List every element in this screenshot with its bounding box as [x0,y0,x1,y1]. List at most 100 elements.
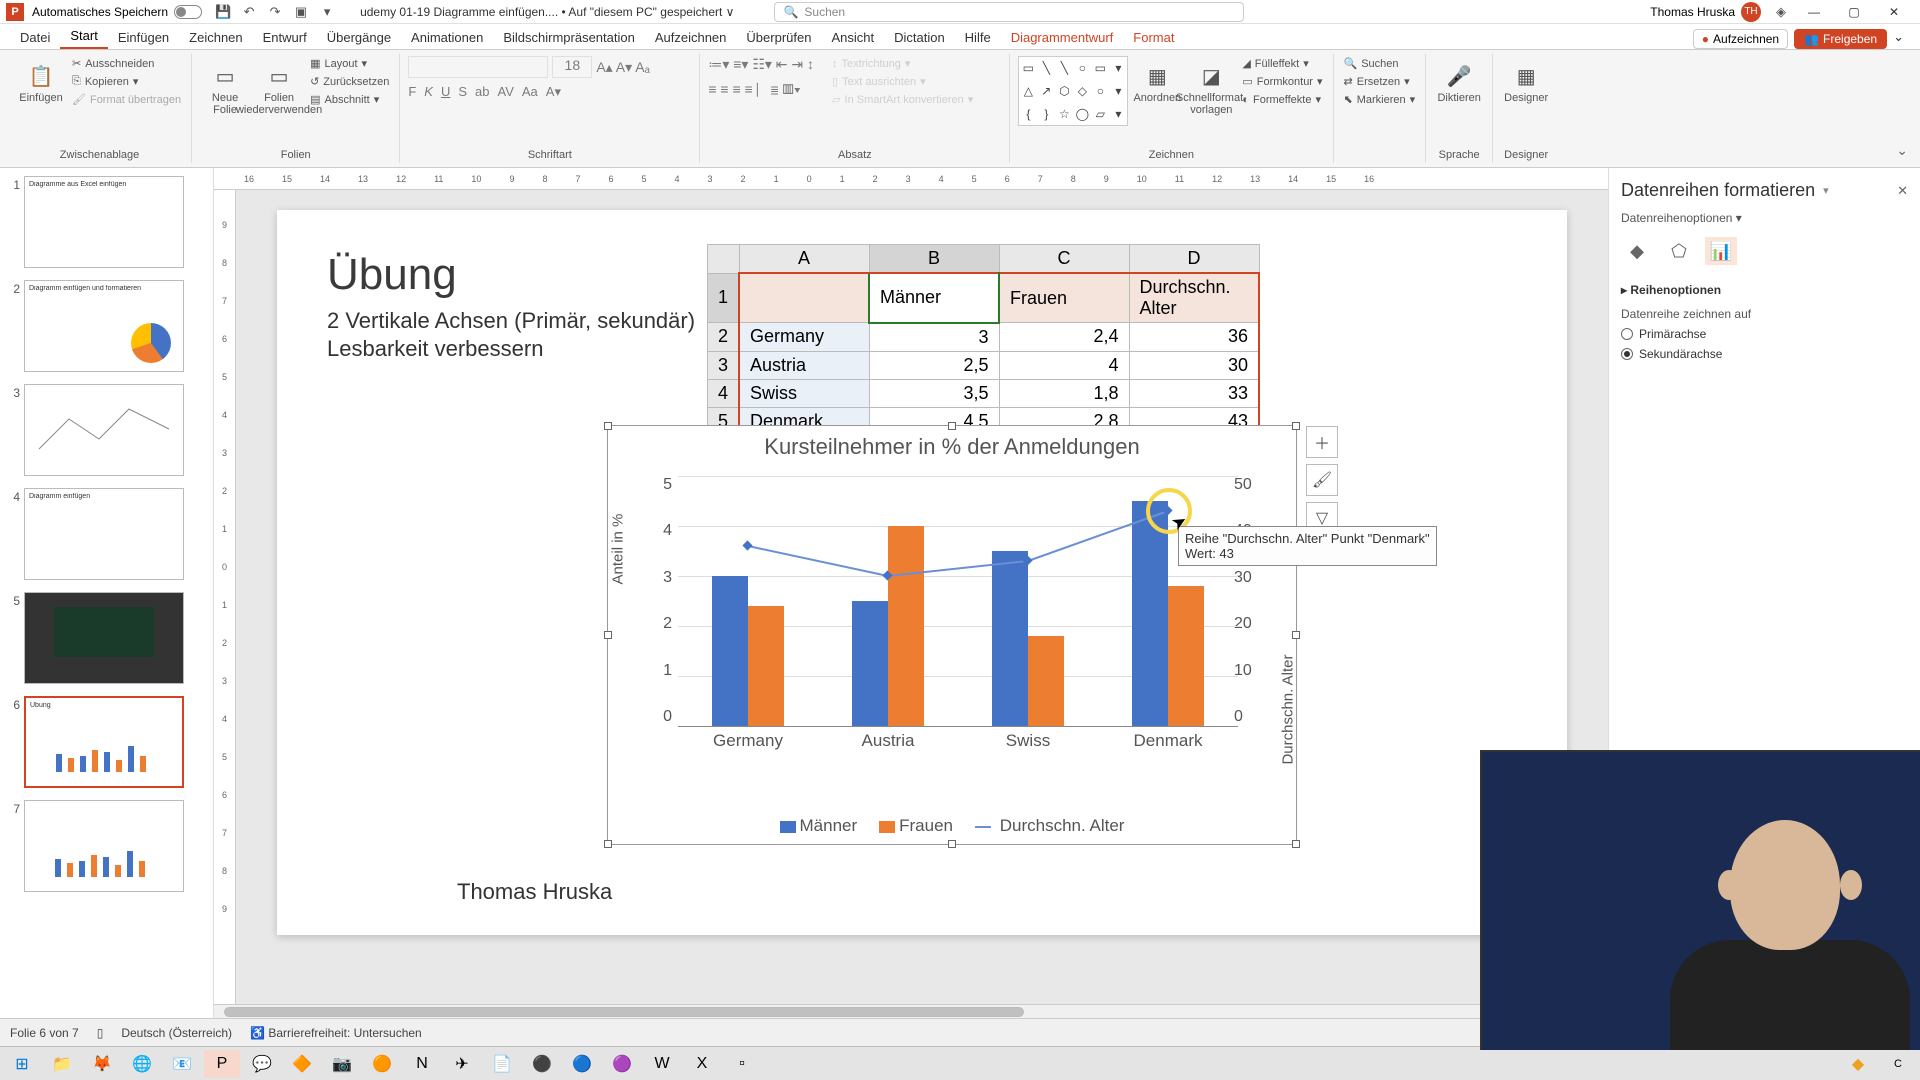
language-status[interactable]: Deutsch (Österreich) [121,1026,232,1040]
smartart-button[interactable]: ▱ In SmartArt konvertieren ▾ [830,92,975,107]
section-button[interactable]: ▤Abschnitt ▾ [308,92,391,107]
strike-button[interactable]: S [458,84,467,100]
tray-icon[interactable]: ◆ [1840,1050,1876,1078]
tray-text[interactable]: C [1880,1050,1916,1078]
app-icon-5[interactable]: 🔵 [564,1050,600,1078]
powerpoint-taskbar-icon[interactable]: P [204,1050,240,1078]
pane-options-icon[interactable]: ▾ [1823,184,1829,197]
word-icon[interactable]: W [644,1050,680,1078]
app-icon-1[interactable]: 💬 [244,1050,280,1078]
tab-dictation[interactable]: Dictation [884,26,955,49]
autosave-toggle[interactable] [174,5,202,19]
tab-format[interactable]: Format [1123,26,1184,49]
app-icon-2[interactable]: 📷 [324,1050,360,1078]
replace-button[interactable]: ⇄Ersetzen ▾ [1342,74,1418,89]
chart-data-table[interactable]: A B C D 1 Männer Frauen Durchschn. Alter [707,244,1260,437]
tab-animations[interactable]: Animationen [401,26,493,49]
shape-outline-button[interactable]: ▭Formkontur ▾ [1240,74,1324,89]
select-button[interactable]: ⬉Markieren ▾ [1342,92,1418,107]
share-button[interactable]: 👥Freigeben [1794,29,1887,49]
user-account[interactable]: Thomas Hruska TH [1650,2,1761,22]
arrange-button[interactable]: ▦Anordnen [1132,56,1182,108]
paste-button[interactable]: 📋Einfügen [16,56,66,108]
copy-button[interactable]: ⎘Kopieren ▾ [70,74,183,89]
author-name[interactable]: Thomas Hruska [457,879,612,905]
slide-counter[interactable]: Folie 6 von 7 [10,1026,79,1040]
onenote-icon[interactable]: N [404,1050,440,1078]
telegram-icon[interactable]: ✈ [444,1050,480,1078]
shapes-gallery[interactable]: ▭╲╲○▭▾ △↗⬡◇○▾ {}☆◯▱▾ [1018,56,1128,126]
tab-home[interactable]: Start [60,24,107,49]
series-options-dropdown[interactable]: Datenreihenoptionen ▾ [1621,211,1908,225]
italic-button[interactable]: K [424,84,433,100]
file-explorer-icon[interactable]: 📁 [44,1050,80,1078]
slide-thumb-7[interactable] [24,800,184,892]
text-direction-button[interactable]: ↕ Textrichtung ▾ [830,56,975,71]
tab-design[interactable]: Entwurf [253,26,317,49]
tab-file[interactable]: Datei [10,26,60,49]
chart-legend[interactable]: Männer Frauen Durchschn. Alter [608,816,1296,836]
save-icon[interactable]: 💾 [213,2,233,22]
tab-transitions[interactable]: Übergänge [317,26,401,49]
slide-thumb-6[interactable]: Übung [24,696,184,788]
maximize-button[interactable]: ▢ [1834,2,1874,22]
dictate-button[interactable]: 🎤Diktieren [1434,56,1484,108]
tab-draw[interactable]: Zeichnen [179,26,252,49]
ribbon-expand-icon[interactable]: ⌄ [1892,54,1912,163]
slide-thumb-4[interactable]: Diagramm einfügen [24,488,184,580]
app-icon-7[interactable]: ▫ [724,1050,760,1078]
chart-object[interactable]: Kursteilnehmer in % der Anmeldungen Ante… [607,425,1297,845]
effects-tab-icon[interactable]: ⬠ [1663,237,1695,265]
slide-canvas[interactable]: Übung 2 Vertikale Achsen (Primär, sekund… [277,210,1567,935]
document-title[interactable]: udemy 01-19 Diagramme einfügen.... • Auf… [360,5,734,19]
status-icon[interactable]: ▯ [97,1026,104,1040]
cut-button[interactable]: ✂Ausschneiden [70,56,183,71]
reuse-slides-button[interactable]: ▭Folien wiederverwenden [254,56,304,120]
fill-line-tab-icon[interactable]: ◆ [1621,237,1653,265]
slide-thumb-1[interactable]: Diagramme aus Excel einfügen [24,176,184,268]
chart-title[interactable]: Kursteilnehmer in % der Anmeldungen [608,426,1296,468]
ribbon-collapse-icon[interactable]: ⌄ [1887,25,1910,49]
start-button[interactable]: ⊞ [4,1050,40,1078]
align-text-button[interactable]: ▯ Text ausrichten ▾ [830,74,975,89]
slide-thumb-5[interactable] [24,592,184,684]
secondary-axis-radio[interactable]: Sekundärachse [1621,347,1908,361]
qat-dropdown-icon[interactable]: ▾ [317,2,337,22]
accessibility-status[interactable]: ♿ Barrierefreiheit: Untersuchen [250,1026,422,1040]
close-icon[interactable]: ✕ [1897,183,1908,199]
close-button[interactable]: ✕ [1874,2,1914,22]
tab-review[interactable]: Überprüfen [736,26,821,49]
minimize-button[interactable]: — [1794,2,1834,22]
tab-help[interactable]: Hilfe [955,26,1001,49]
slideshow-qat-icon[interactable]: ▣ [291,2,311,22]
redo-icon[interactable]: ↷ [265,2,285,22]
slide-thumb-2[interactable]: Diagramm einfügen und formatieren [24,280,184,372]
tab-chart-design[interactable]: Diagrammentwurf [1001,26,1124,49]
app-icon-4[interactable]: 📄 [484,1050,520,1078]
app-icon-3[interactable]: 🟠 [364,1050,400,1078]
app-icon-6[interactable]: 🟣 [604,1050,640,1078]
quick-styles-button[interactable]: ◪Schnellformat-vorlagen [1186,56,1236,120]
designer-button[interactable]: ▦Designer [1501,56,1551,108]
chart-styles-button[interactable]: 🖌 [1306,464,1338,496]
undo-icon[interactable]: ↶ [239,2,259,22]
vlc-icon[interactable]: 🔶 [284,1050,320,1078]
underline-button[interactable]: U [441,84,450,100]
diamond-icon[interactable]: ◈ [1771,2,1791,22]
shape-effects-button[interactable]: ◐Formeffekte ▾ [1240,92,1324,107]
chart-plot-area[interactable]: ➤ Reihe "Durchschn. Alter" Punkt "Denmar… [678,476,1238,726]
tab-insert[interactable]: Einfügen [108,26,179,49]
format-painter-button[interactable]: 🖌Format übertragen [70,92,183,107]
layout-button[interactable]: ▦Layout ▾ [308,56,391,71]
primary-axis-radio[interactable]: Primärachse [1621,327,1908,341]
horizontal-scrollbar[interactable] [214,1004,1608,1018]
obs-icon[interactable]: ⚫ [524,1050,560,1078]
search-input[interactable]: 🔍 Suchen [774,2,1244,22]
shape-fill-button[interactable]: ◢Fülleffekt ▾ [1240,56,1324,71]
reset-button[interactable]: ↺Zurücksetzen [308,74,391,89]
bold-button[interactable]: F [408,84,416,100]
excel-icon[interactable]: X [684,1050,720,1078]
tab-slideshow[interactable]: Bildschirmpräsentation [493,26,645,49]
chrome-icon[interactable]: 🌐 [124,1050,160,1078]
firefox-icon[interactable]: 🦊 [84,1050,120,1078]
